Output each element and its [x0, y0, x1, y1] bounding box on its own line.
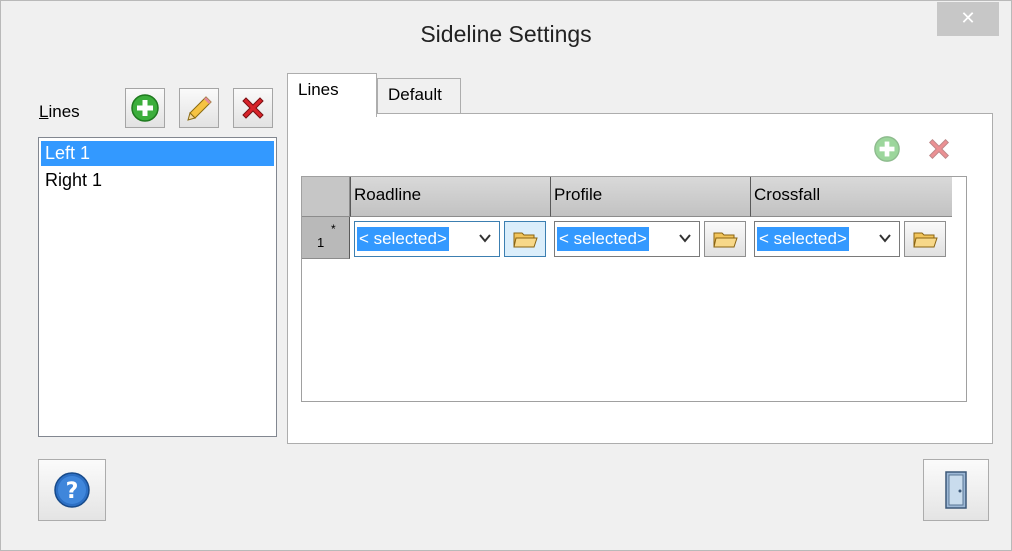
delete-icon [929, 139, 949, 159]
tab-default[interactable]: Default [377, 78, 461, 116]
list-item-right-1[interactable]: Right 1 [41, 168, 274, 193]
crossfall-browse-button[interactable] [904, 221, 946, 257]
exit-button[interactable] [923, 459, 989, 521]
profile-browse-button[interactable] [704, 221, 746, 257]
tab-lines[interactable]: Lines [287, 73, 377, 117]
row-header[interactable]: 1 * [302, 217, 350, 259]
help-button[interactable]: ? [38, 459, 106, 521]
column-header-profile[interactable]: Profile [550, 177, 750, 217]
help-icon: ? [54, 472, 90, 508]
title-bar: Sideline Settings ✕ [1, 1, 1011, 65]
chevron-down-icon [879, 234, 891, 243]
sideline-settings-window: Sideline Settings ✕ Lines Left 1 Right 1… [0, 0, 1012, 551]
new-row-marker: * [331, 222, 336, 236]
door-exit-icon [945, 471, 967, 509]
close-button[interactable]: ✕ [937, 2, 999, 36]
crossfall-combo[interactable]: < selected> [754, 221, 900, 257]
roadline-combo-value: < selected> [357, 227, 449, 251]
chevron-down-icon [679, 234, 691, 243]
delete-row-button[interactable] [919, 129, 959, 169]
add-line-button[interactable] [125, 88, 165, 128]
profile-combo[interactable]: < selected> [554, 221, 700, 257]
roadline-combo[interactable]: < selected> [354, 221, 500, 257]
profile-combo-value: < selected> [557, 227, 649, 251]
grid-corner [302, 177, 350, 217]
delete-icon [242, 97, 264, 119]
window-title: Sideline Settings [420, 21, 592, 47]
lines-listbox[interactable]: Left 1 Right 1 [38, 137, 277, 437]
list-item-left-1[interactable]: Left 1 [41, 141, 274, 166]
row-number: 1 [317, 235, 325, 250]
folder-icon [913, 232, 938, 248]
close-icon: ✕ [960, 8, 976, 28]
folder-icon [513, 232, 538, 248]
folder-icon [713, 232, 738, 248]
chevron-down-icon [479, 234, 491, 243]
crossfall-combo-value: < selected> [757, 227, 849, 251]
add-icon [874, 136, 900, 162]
pencil-icon [187, 96, 212, 121]
edit-line-button[interactable] [179, 88, 219, 128]
lines-label-rest: ines [48, 102, 80, 121]
column-header-roadline[interactable]: Roadline [350, 177, 550, 217]
svg-text:?: ? [66, 479, 79, 504]
lines-label: Lines [39, 102, 80, 122]
lines-grid: Roadline Profile Crossfall 1 * < selecte… [301, 176, 967, 402]
add-row-button[interactable] [867, 129, 907, 169]
roadline-browse-button[interactable] [504, 221, 546, 257]
column-header-crossfall[interactable]: Crossfall [750, 177, 952, 217]
add-icon [131, 94, 159, 122]
delete-line-button[interactable] [233, 88, 273, 128]
